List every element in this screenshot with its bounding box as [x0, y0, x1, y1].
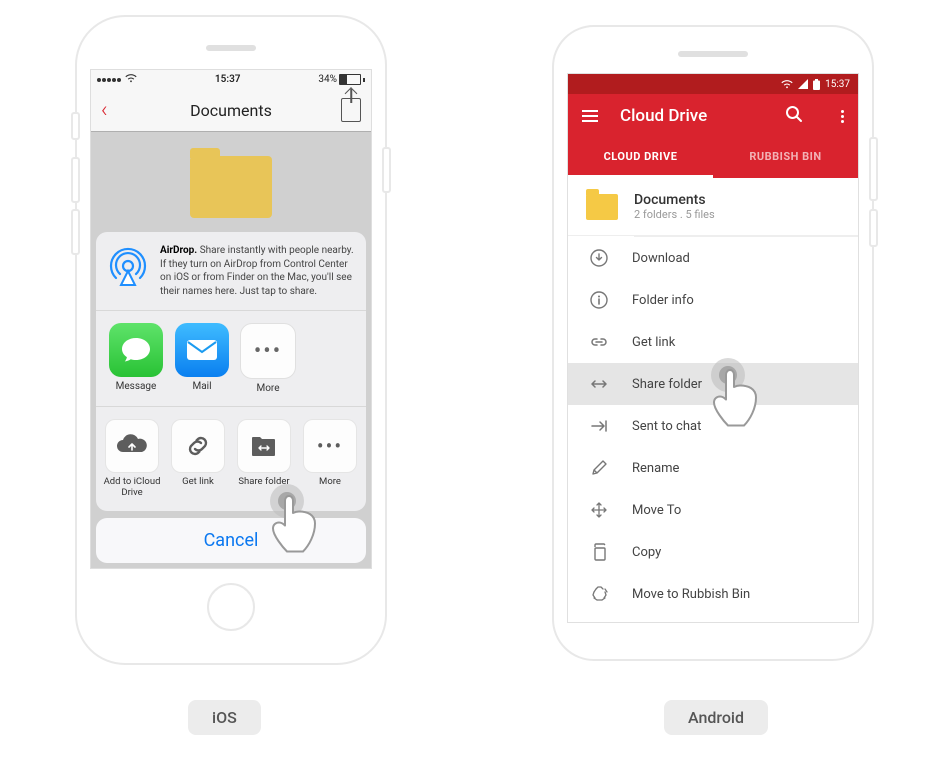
download-icon — [590, 249, 608, 267]
icloud-icon — [105, 419, 159, 473]
moveto-item[interactable]: Move To — [568, 489, 858, 531]
overflow-button[interactable] — [841, 110, 844, 123]
getlink-action[interactable]: Get link — [166, 419, 230, 499]
rubbish-item[interactable]: Move to Rubbish Bin — [568, 573, 858, 615]
airdrop-row[interactable]: AirDrop. Share instantly with people nea… — [96, 232, 366, 311]
folder-subtitle: 2 folders . 5 files — [634, 208, 715, 221]
rename-item[interactable]: Rename — [568, 447, 858, 489]
share-folder-icon — [590, 375, 608, 393]
ios-label: iOS — [188, 700, 261, 735]
folder-icon — [586, 194, 618, 220]
airdrop-icon — [106, 244, 150, 288]
mail-app[interactable]: Mail — [170, 323, 234, 394]
tab-cloud-drive[interactable]: CLOUD DRIVE — [568, 138, 713, 178]
mail-icon — [175, 323, 229, 377]
signal-dots-icon — [97, 78, 121, 82]
send-icon — [590, 417, 608, 435]
android-phone-mockup: 15:37 Cloud Drive CLOUD DRIVE RUBBISH BI… — [552, 25, 874, 661]
battery-icon — [813, 79, 820, 90]
ios-status-bar: 15:37 34% — [91, 70, 371, 89]
battery-percent: 34% — [318, 74, 337, 85]
folder-header: Documents 2 folders . 5 files — [568, 178, 858, 236]
tab-rubbish-bin[interactable]: RUBBISH BIN — [713, 138, 858, 178]
more-icon: ••• — [240, 323, 296, 379]
message-app[interactable]: Message — [104, 323, 168, 394]
ios-nav-bar: ‹ Documents — [91, 89, 371, 132]
status-time: 15:37 — [215, 74, 241, 85]
tab-bar: CLOUD DRIVE RUBBISH BIN — [568, 138, 858, 178]
folderinfo-item[interactable]: Folder info — [568, 279, 858, 321]
android-status-bar: 15:37 — [568, 74, 858, 94]
link-icon — [590, 333, 608, 351]
folder-icon — [190, 156, 272, 218]
sharefolder-action[interactable]: Share folder — [232, 419, 296, 499]
more-apps[interactable]: ••• More — [236, 323, 300, 394]
recycle-icon — [590, 585, 608, 603]
battery-icon — [339, 74, 361, 85]
airdrop-text: AirDrop. Share instantly with people nea… — [160, 244, 356, 298]
android-label: Android — [664, 700, 768, 735]
wifi-icon — [125, 74, 137, 86]
back-button[interactable]: ‹ — [101, 98, 108, 123]
wifi-icon — [781, 79, 793, 89]
android-toolbar: Cloud Drive — [568, 94, 858, 138]
sentto-item[interactable]: Sent to chat — [568, 405, 858, 447]
edit-icon — [590, 459, 608, 477]
more-actions[interactable]: ••• More — [298, 419, 362, 499]
copy-icon — [590, 543, 608, 561]
cancel-button[interactable]: Cancel — [96, 518, 366, 563]
home-button[interactable] — [207, 583, 255, 631]
ios-phone-mockup: 15:37 34% ‹ Documents — [75, 15, 387, 665]
move-icon — [590, 501, 608, 519]
nav-title: Documents — [91, 101, 371, 120]
share-folder-icon — [237, 419, 291, 473]
share-button[interactable] — [341, 98, 361, 122]
menu-button[interactable] — [582, 110, 598, 122]
search-button[interactable] — [785, 105, 803, 127]
folder-name: Documents — [634, 192, 715, 208]
link-icon — [171, 419, 225, 473]
toolbar-title: Cloud Drive — [620, 106, 763, 126]
download-item[interactable]: Download — [568, 237, 858, 279]
share-sheet: AirDrop. Share instantly with people nea… — [96, 232, 366, 563]
more-icon: ••• — [303, 419, 357, 473]
sharefolder-item[interactable]: Share folder — [568, 363, 858, 405]
info-icon — [590, 291, 608, 309]
signal-icon — [798, 79, 808, 89]
icloud-drive-action[interactable]: Add to iCloud Drive — [100, 419, 164, 499]
getlink-item[interactable]: Get link — [568, 321, 858, 363]
message-icon — [109, 323, 163, 377]
status-time: 15:37 — [825, 79, 850, 90]
copy-item[interactable]: Copy — [568, 531, 858, 573]
